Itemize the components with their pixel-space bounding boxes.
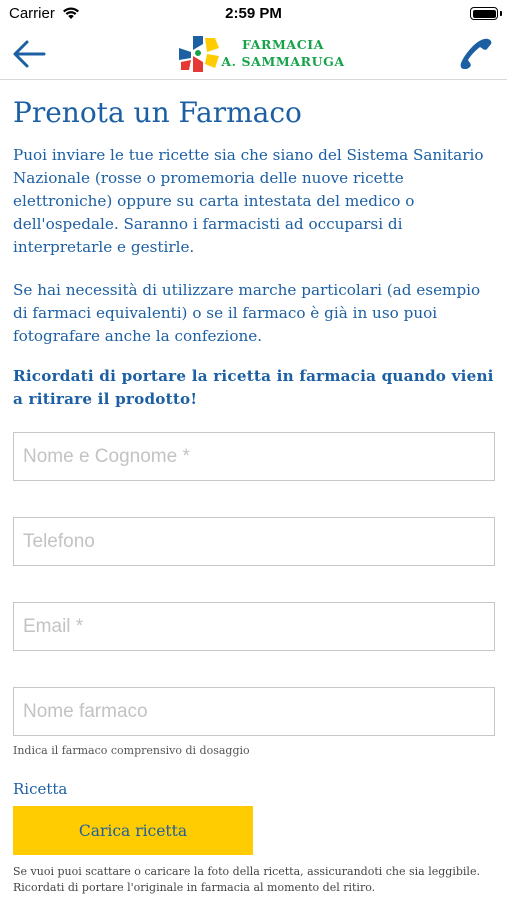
logo-line-1: FARMACIA (241, 37, 325, 52)
intro-paragraph: Puoi inviare le tue ricette sia che sian… (13, 146, 484, 256)
brand-paragraph: Se hai necessità di utilizzare marche pa… (13, 281, 481, 345)
status-bar: Carrier 2:59 PM (0, 0, 507, 28)
prescription-label: Ricetta (13, 780, 68, 798)
phone-field[interactable] (13, 517, 495, 566)
phone-icon[interactable] (457, 36, 495, 72)
page-title: Prenota un Farmaco (13, 96, 302, 129)
pharmacy-logo: FARMACIA A. SAMMARUGA (177, 30, 347, 76)
app-header: FARMACIA A. SAMMARUGA (0, 28, 507, 80)
back-arrow-icon[interactable] (12, 39, 46, 69)
battery-icon (470, 7, 498, 20)
email-field[interactable] (13, 602, 495, 651)
upload-note: Se vuoi puoi scattare o caricare la foto… (13, 865, 480, 894)
logo-text: FARMACIA A. SAMMARUGA (221, 36, 345, 70)
name-field[interactable] (13, 432, 495, 481)
pharmacy-logo-icon (179, 36, 219, 72)
battery-cap (500, 11, 502, 16)
booking-form-page: Prenota un Farmaco Puoi inviare le tue r… (13, 80, 495, 896)
drug-hint: Indica il farmaco comprensivo di dosaggi… (13, 744, 250, 757)
logo-line-2: A. SAMMARUGA (221, 54, 345, 69)
drug-name-field[interactable] (13, 687, 495, 736)
clock: 2:59 PM (225, 5, 282, 22)
upload-prescription-button[interactable]: Carica ricetta (13, 806, 253, 855)
reminder-text: Ricordati di portare la ricetta in farma… (13, 367, 494, 408)
